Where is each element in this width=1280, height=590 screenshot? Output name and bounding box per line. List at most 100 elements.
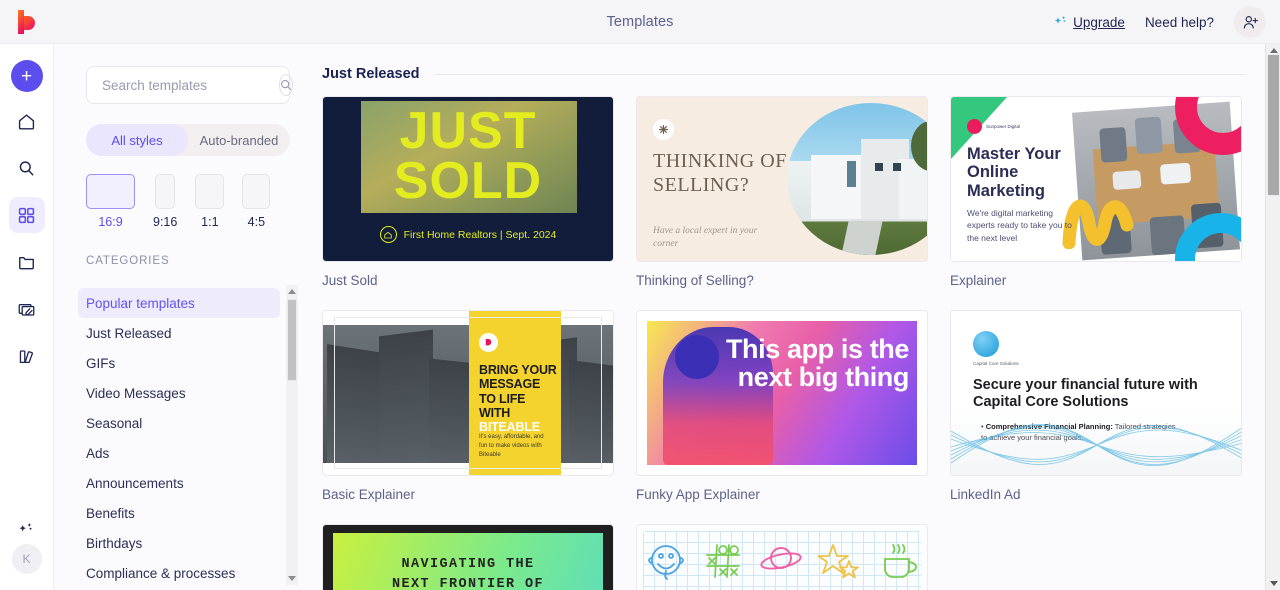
ai-assistant-button[interactable] <box>9 514 45 544</box>
avatar[interactable]: K <box>11 544 42 574</box>
brand-logo: Sunpower Digital <box>967 119 1020 134</box>
tab-auto-branded[interactable]: Auto-branded <box>188 124 290 156</box>
category-item-popular-templates[interactable]: Popular templates <box>78 288 280 318</box>
subtitle: Have a local expert in your corner <box>653 226 758 249</box>
category-item-birthdays[interactable]: Birthdays <box>78 528 280 558</box>
template-card-linkedin-ad[interactable]: Capital Core Solutions Secure your finan… <box>950 310 1242 502</box>
template-thumbnail[interactable]: This app is the next big thing <box>636 310 928 476</box>
category-item-just-released[interactable]: Just Released <box>78 318 280 348</box>
tab-all-styles[interactable]: All styles <box>86 124 188 156</box>
category-item-benefits[interactable]: Benefits <box>78 498 280 528</box>
ratio-option-4-5[interactable]: 4:5 <box>242 174 271 229</box>
scrollbar-thumb[interactable] <box>287 299 297 381</box>
scroll-down-arrow-icon[interactable] <box>1269 581 1278 586</box>
doodle-row <box>637 539 927 583</box>
scrollbar-thumb[interactable] <box>1267 54 1280 196</box>
template-thumbnail[interactable]: Capital Core Solutions Secure your finan… <box>950 310 1242 476</box>
search-input[interactable] <box>102 77 279 93</box>
template-card-basic-explainer[interactable]: BRING YOUR MESSAGE TO LIFE WITH BITEABLE… <box>322 310 614 502</box>
ratio-box <box>86 174 135 209</box>
planet-doodle-icon <box>760 547 802 570</box>
search-icon <box>19 160 34 175</box>
category-item-video-messages[interactable]: Video Messages <box>78 378 280 408</box>
search-submit-button[interactable] <box>279 74 293 96</box>
section-title: Just Released <box>322 66 420 82</box>
sidebar-item-search[interactable] <box>9 150 45 186</box>
categories-scrollbar[interactable] <box>286 285 298 585</box>
template-card-explainer[interactable]: Sunpower Digital Master Your Online Mark… <box>950 96 1242 288</box>
headline: Master Your Online Marketing <box>967 145 1061 200</box>
template-card-thinking-of-selling[interactable]: THINKING OF SELLING? Have a local expert… <box>636 96 928 288</box>
brand-name: Sunpower Digital <box>986 123 1021 129</box>
photo-frame <box>334 317 602 469</box>
template-name: Basic Explainer <box>322 487 416 502</box>
category-item-announcements[interactable]: Announcements <box>78 468 280 498</box>
filter-panel: All styles Auto-branded 16:9 9:16 1:1 4:… <box>54 44 310 590</box>
ratio-option-16-9[interactable]: 16:9 <box>86 174 135 229</box>
create-new-button[interactable]: + <box>10 60 43 92</box>
headline: This app is the next big thing <box>725 334 909 393</box>
grid-icon <box>18 207 35 223</box>
template-card-just-sold[interactable]: JUST SOLD First Home Realtors | Sept. 20… <box>322 96 614 288</box>
categories-list: Popular templates Just Released GIFs Vid… <box>54 288 310 590</box>
page-scrollbar[interactable] <box>1265 44 1280 590</box>
sidebar-item-templates[interactable] <box>8 197 45 233</box>
ratio-option-9-16[interactable]: 9:16 <box>153 174 177 229</box>
template-thumbnail[interactable]: NAVIGATING THE NEXT FRONTIER OF <box>322 524 614 590</box>
categories-heading: CATEGORIES <box>86 255 170 267</box>
asterisk-icon <box>653 119 674 140</box>
sidebar-item-home[interactable] <box>9 103 45 139</box>
ratio-label: 4:5 <box>247 215 266 229</box>
user-plus-icon <box>1243 15 1258 29</box>
template-card-doodles[interactable] <box>636 524 928 590</box>
section-header: Just Released <box>322 66 1245 82</box>
headline-line-2: SOLD <box>393 152 543 210</box>
upgrade-button[interactable]: Upgrade <box>1054 15 1125 30</box>
ratio-option-1-1[interactable]: 1:1 <box>195 174 225 229</box>
upgrade-label: Upgrade <box>1073 14 1125 30</box>
house-circle-icon <box>379 226 397 243</box>
tic-tac-toe-doodle-icon <box>705 544 740 578</box>
need-help-button[interactable]: Need help? <box>1145 15 1214 30</box>
template-thumbnail[interactable]: BRING YOUR MESSAGE TO LIFE WITH BITEABLE… <box>322 310 614 476</box>
invite-member-button[interactable] <box>1234 6 1266 38</box>
category-item-seasonal[interactable]: Seasonal <box>78 408 280 438</box>
headline-line-1: NAVIGATING THE <box>401 557 535 572</box>
app-logo[interactable] <box>0 0 54 44</box>
template-name: Just Sold <box>322 273 378 288</box>
style-filter-toggle: All styles Auto-branded <box>86 124 290 156</box>
templates-content: Just Released JUST SOLD First Home Realt… <box>310 44 1265 590</box>
face-doodle-icon <box>647 545 684 580</box>
template-thumbnail[interactable]: Sunpower Digital Master Your Online Mark… <box>950 96 1242 262</box>
headline-line-2: NEXT FRONTIER OF <box>391 576 545 590</box>
category-item-gifs[interactable]: GIFs <box>78 348 280 378</box>
template-thumbnail[interactable]: THINKING OF SELLING? Have a local expert… <box>636 96 928 262</box>
ratio-label: 1:1 <box>201 215 219 229</box>
template-name: LinkedIn Ad <box>950 487 1021 502</box>
sidebar-item-projects[interactable] <box>9 244 45 280</box>
coffee-cup-doodle-icon <box>884 544 918 578</box>
sidebar-item-media[interactable] <box>9 291 45 327</box>
ratio-label: 16:9 <box>98 215 123 229</box>
wave-graphic <box>951 423 1241 467</box>
category-item-ads[interactable]: Ads <box>78 438 280 468</box>
aspect-ratio-selector: 16:9 9:16 1:1 4:5 <box>86 174 310 229</box>
scroll-down-arrow-icon[interactable] <box>288 576 296 581</box>
scroll-up-arrow-icon[interactable] <box>1269 48 1278 53</box>
left-nav-rail: + K <box>0 44 54 590</box>
brand-kit-icon <box>19 349 33 363</box>
ratio-box <box>195 174 225 209</box>
template-card-funky-app-explainer[interactable]: This app is the next big thing Funky App… <box>636 310 928 502</box>
scroll-up-arrow-icon[interactable] <box>288 289 296 294</box>
sidebar-item-brand[interactable] <box>9 338 45 374</box>
search-templates-box[interactable] <box>86 66 293 104</box>
headline-line-1: JUST <box>399 102 537 160</box>
category-item-compliance-processes[interactable]: Compliance & processes <box>78 558 280 588</box>
template-card-navigating[interactable]: NAVIGATING THE NEXT FRONTIER OF <box>322 524 614 590</box>
thumbnail-footer: First Home Realtors | Sept. 2024 <box>323 226 613 243</box>
headline: NAVIGATING THE NEXT FRONTIER OF <box>333 555 603 590</box>
template-thumbnail[interactable] <box>636 524 928 590</box>
body-text: We're digital marketing experts ready to… <box>967 208 1072 243</box>
headline: Secure your financial future with Capita… <box>973 377 1198 411</box>
template-thumbnail[interactable]: JUST SOLD First Home Realtors | Sept. 20… <box>322 96 614 262</box>
